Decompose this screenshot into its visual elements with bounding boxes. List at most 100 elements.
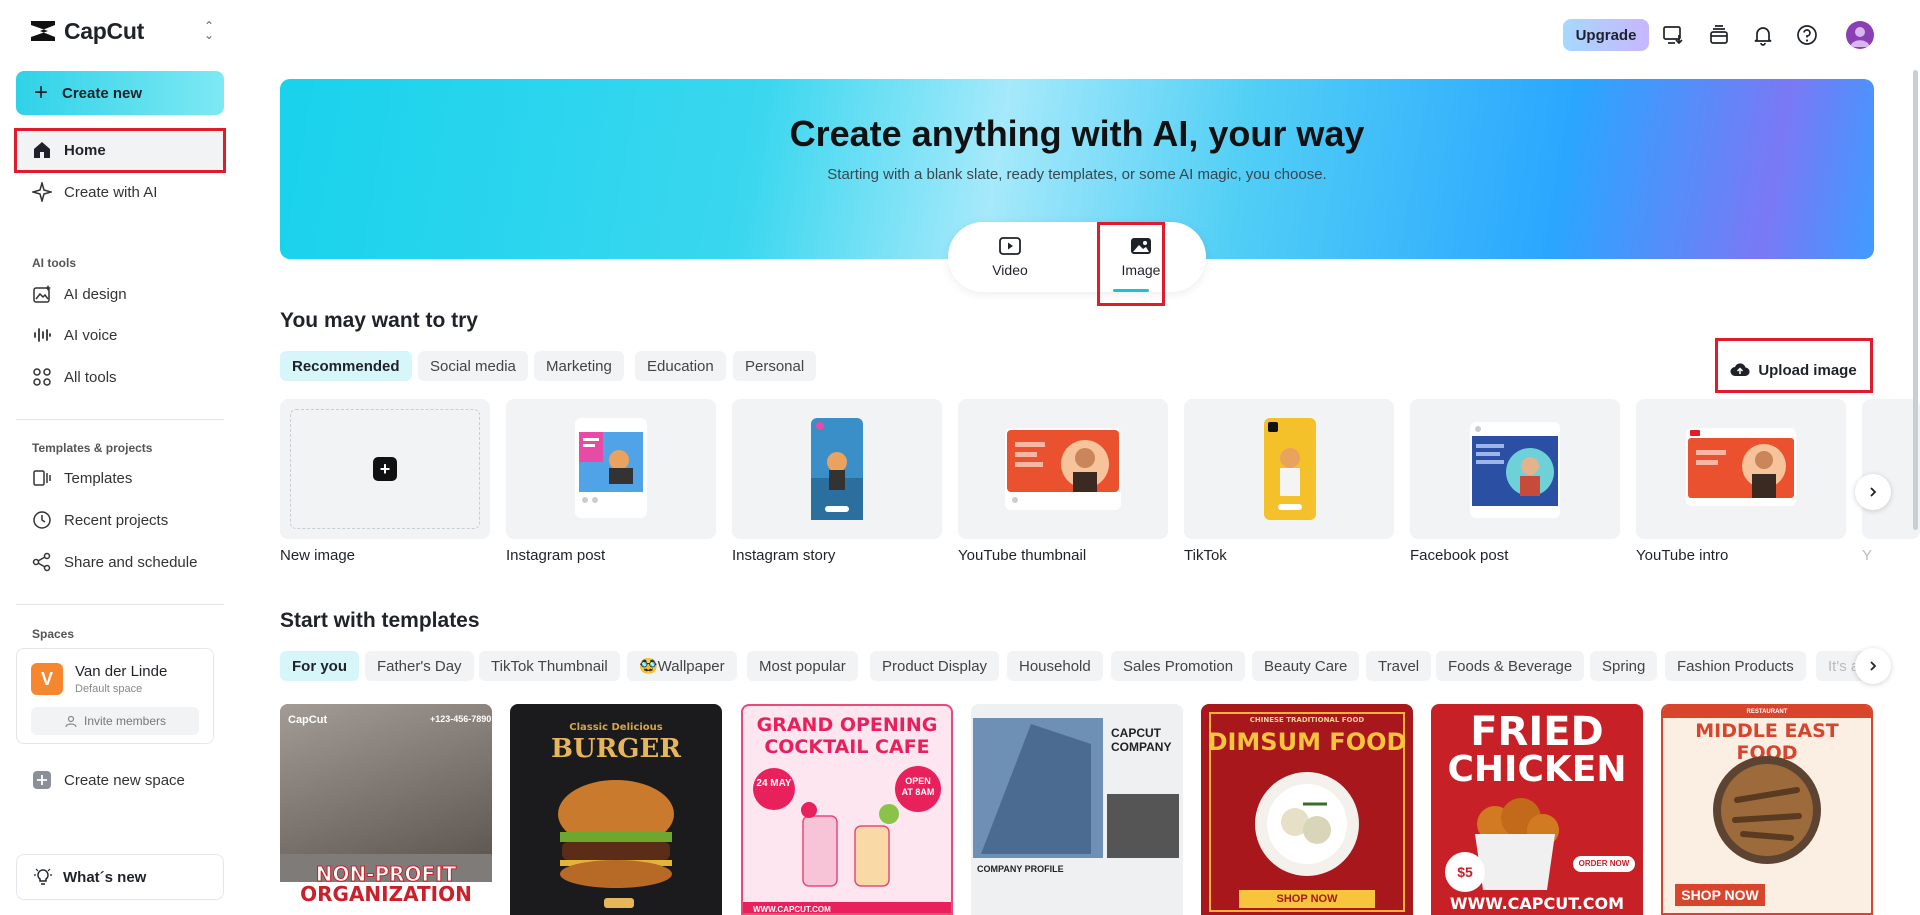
- card-facebook-post[interactable]: [1410, 399, 1620, 539]
- card-instagram-post[interactable]: [506, 399, 716, 539]
- help-icon[interactable]: [1794, 22, 1820, 48]
- app-name: CapCut: [64, 17, 144, 44]
- user-avatar[interactable]: [1846, 21, 1874, 49]
- chip-sales-promotion[interactable]: Sales Promotion: [1111, 651, 1246, 681]
- section-title-templates: Start with templates: [280, 609, 480, 632]
- hero-title: Create anything with AI, your way: [789, 113, 1365, 154]
- whats-new-label: What´s new: [63, 868, 147, 886]
- sidebar-item-label: AI design: [64, 285, 127, 303]
- card-youtube-intro[interactable]: [1636, 399, 1846, 539]
- chip-fathers-day[interactable]: Father's Day: [365, 651, 474, 681]
- create-new-space-button[interactable]: Create new space: [16, 760, 224, 800]
- upload-image-button[interactable]: Upload image: [1717, 351, 1870, 389]
- template-text: CAPCUT: [1111, 726, 1161, 740]
- template-text: DIMSUM FOOD: [1207, 728, 1407, 756]
- chip-beauty-care[interactable]: Beauty Care: [1252, 651, 1360, 681]
- template-text: ORGANIZATION: [300, 882, 472, 906]
- card-youtube-thumbnail[interactable]: [958, 399, 1168, 539]
- card-instagram-story[interactable]: [732, 399, 942, 539]
- stack-icon[interactable]: [1706, 22, 1732, 48]
- template-footer: WWW.CAPCUT.COM: [743, 902, 951, 913]
- lightbulb-icon: [34, 868, 52, 885]
- chip-most-popular[interactable]: Most popular: [747, 651, 858, 681]
- invite-members-button[interactable]: Invite members: [31, 707, 199, 735]
- section-title-try: You may want to try: [280, 309, 478, 332]
- sidebar-item-ai-design[interactable]: AI design: [16, 274, 224, 314]
- template-cocktail[interactable]: GRAND OPENING COCKTAIL CAFE 24 MAY OPEN …: [741, 704, 953, 915]
- chip-recommended[interactable]: Recommended: [280, 351, 412, 381]
- chip-personal[interactable]: Personal: [733, 351, 817, 381]
- page-scrollbar[interactable]: [1913, 70, 1918, 530]
- chip-product-display[interactable]: Product Display: [870, 651, 1000, 681]
- tiktok-thumbnail: [1264, 418, 1316, 520]
- chevron-right-icon: [1870, 487, 1877, 497]
- chip-foods-beverage[interactable]: Foods & Beverage: [1436, 651, 1585, 681]
- template-fried-chicken[interactable]: FRIED CHICKEN $5 ORDER NOW WWW.CAPCUT.CO…: [1431, 704, 1643, 915]
- chip-fashion-products[interactable]: Fashion Products: [1665, 651, 1806, 681]
- chip-education[interactable]: Education: [635, 351, 726, 381]
- template-text: CHINESE TRADITIONAL FOOD: [1249, 716, 1365, 724]
- chip-household[interactable]: Household: [1007, 651, 1103, 681]
- template-text: GRAND OPENING: [756, 714, 938, 736]
- upload-image-label: Upload image: [1758, 361, 1857, 379]
- order-badge: [604, 898, 634, 908]
- desktop-download-icon[interactable]: [1660, 22, 1686, 48]
- cocktail-illustration: [801, 802, 899, 887]
- invite-members-label: Invite members: [83, 714, 167, 728]
- chip-spring[interactable]: Spring: [1590, 651, 1658, 681]
- tab-image-label: Image: [1121, 262, 1161, 278]
- card-label: YouTube intro: [1636, 547, 1729, 564]
- card-partial[interactable]: [1862, 399, 1920, 539]
- tab-video-label: Video: [992, 262, 1028, 278]
- template-top-banner: RESTAURANT: [1663, 706, 1871, 718]
- chip-wallpaper[interactable]: 🥸Wallpaper: [627, 651, 737, 681]
- order-now-badge: ORDER NOW: [1573, 856, 1635, 872]
- instagram-story-thumbnail: [811, 418, 863, 520]
- chip-marketing[interactable]: Marketing: [534, 351, 624, 381]
- instagram-post-thumbnail: [575, 418, 647, 518]
- chip-tiktok-thumbnail[interactable]: TikTok Thumbnail: [479, 651, 620, 681]
- template-dimsum[interactable]: CHINESE TRADITIONAL FOOD DIMSUM FOOD SHO…: [1201, 704, 1413, 915]
- template-middle-east-food[interactable]: RESTAURANT MIDDLE EAST FOOD SHOP NOW: [1661, 704, 1873, 915]
- create-new-button[interactable]: + Create new: [16, 71, 224, 115]
- share-icon: [32, 552, 52, 572]
- space-card[interactable]: V Van der Linde Default space Invite mem…: [16, 648, 214, 744]
- whats-new-button[interactable]: What´s new: [16, 854, 224, 900]
- sidebar-item-all-tools[interactable]: All tools: [16, 357, 224, 397]
- sidebar-item-label: Home: [64, 141, 106, 159]
- template-company[interactable]: CAPCUT COMPANY COMPANY PROFILE: [971, 704, 1183, 915]
- chip-for-you[interactable]: For you: [280, 651, 359, 681]
- templates-next-arrow-button[interactable]: [1855, 648, 1891, 684]
- plus-icon: +: [373, 457, 397, 481]
- next-arrow-button[interactable]: [1855, 474, 1891, 510]
- tab-video[interactable]: Video: [970, 222, 1050, 292]
- sidebar-item-label: All tools: [64, 368, 117, 386]
- sidebar-item-create-with-ai[interactable]: Create with AI: [16, 172, 224, 212]
- templates-icon: [32, 468, 52, 488]
- shop-now-badge: SHOP NOW: [1675, 884, 1765, 906]
- template-burger[interactable]: Classic Delicious BURGER: [510, 704, 722, 915]
- sidebar-item-label: Share and schedule: [64, 553, 198, 571]
- capcut-logo[interactable]: CapCut ⌃ ⌄: [28, 14, 218, 48]
- cloud-upload-icon: [1730, 363, 1750, 377]
- upgrade-button[interactable]: Upgrade: [1563, 19, 1649, 51]
- card-tiktok[interactable]: [1184, 399, 1394, 539]
- bell-icon[interactable]: [1750, 22, 1776, 48]
- burger-image: [558, 780, 674, 888]
- template-text: BURGER: [551, 734, 681, 764]
- chip-social-media[interactable]: Social media: [418, 351, 528, 381]
- sidebar-item-ai-voice[interactable]: AI voice: [16, 315, 224, 355]
- sidebar-item-home[interactable]: Home: [16, 130, 224, 170]
- card-new-image[interactable]: +: [280, 399, 490, 539]
- template-nonprofit[interactable]: +123-456-7890 CapCut NON-PROFIT ORGANIZA…: [280, 704, 492, 915]
- sidebar-item-recent-projects[interactable]: Recent projects: [16, 500, 224, 540]
- chip-travel[interactable]: Travel: [1366, 651, 1432, 681]
- card-label: Y: [1862, 547, 1873, 564]
- sidebar-item-templates[interactable]: Templates: [16, 458, 224, 498]
- chevron-updown-icon[interactable]: ⌃ ⌄: [200, 20, 218, 41]
- sidebar-item-share-schedule[interactable]: Share and schedule: [16, 542, 224, 582]
- divider: [16, 419, 224, 420]
- chevron-right-icon: [1870, 661, 1877, 671]
- home-icon: [32, 140, 52, 160]
- tab-image[interactable]: Image: [1101, 222, 1181, 292]
